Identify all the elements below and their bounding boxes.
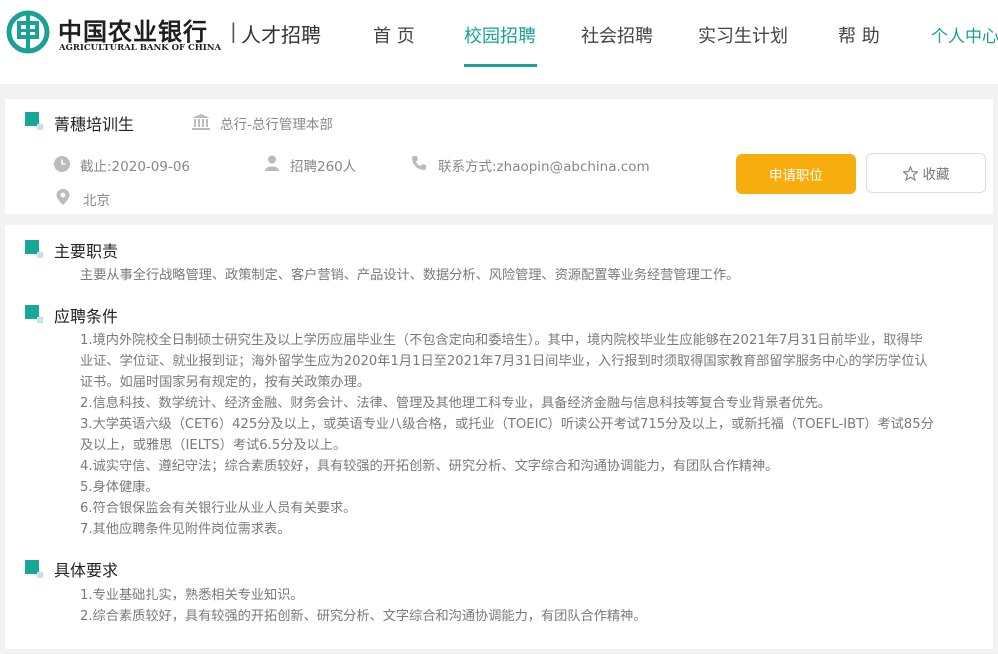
site-header: 中国农业银行 AGRICULTURAL BANK OF CHINA | 人才招聘… [0,0,998,84]
requirements-content: 1.境内外院校全日制硕士研究生及以上学历应届毕业生（不包含定向和委培生）。其中，… [80,330,980,540]
apply-button[interactable]: 申请职位 [736,154,856,194]
job-contact: 联系方式:zhaopin@abchina.com [438,159,650,175]
nav-user-center[interactable]: 个人中心 [931,22,998,47]
specifics-content: 1.专业基础扎实，熟悉相关专业知识。 2.综合素质较好，具有较强的开拓创新、研究… [80,585,980,627]
bank-building-icon [192,114,210,130]
job-deadline: 截止:2020-09-06 [80,159,191,175]
favorite-label: 收藏 [922,167,950,183]
duties-line: 主要从事全行战略管理、政策制定、客户营销、产品设计、数据分析、风险管理、资源配置… [80,268,740,283]
job-summary-card: 菁穗培训生 总行-总行管理本部 截止:2020-09-06 招聘260人 联系方… [5,99,993,214]
clock-icon [54,156,70,172]
duties-content: 主要从事全行战略管理、政策制定、客户营销、产品设计、数据分析、风险管理、资源配置… [80,265,980,286]
active-nav-indicator [464,64,537,67]
requirements-line: 及以上，或雅思（IELTS）考试6.5分及以上。 [80,438,347,453]
phone-icon [412,156,426,170]
requirements-line: 2.信息科技、数学统计、经济金融、财务会计、法律、管理及其他理工科专业，具备经济… [80,396,832,411]
requirements-line: 7.其他应聘条件见附件岗位需求表。 [80,522,291,537]
abc-logo-icon[interactable] [6,10,50,54]
specifics-title: 具体要求 [54,561,119,580]
nav-internship[interactable]: 实习生计划 [698,22,788,48]
person-icon [265,155,279,171]
section-marker-icon [25,305,43,323]
brand-name-cn: 中国农业银行 [58,17,208,46]
requirements-line: 业证、学位证、就业报到证；海外留学生应为2020年1月1日至2021年7月31日… [80,354,928,369]
specifics-line: 1.专业基础扎实，熟悉相关专业知识。 [80,588,304,603]
nav-campus-recruitment[interactable]: 校园招聘 [464,22,536,48]
job-department: 总行-总行管理本部 [220,117,333,133]
requirements-line: 证书。如届时国家另有规定的，按有关政策办理。 [80,375,371,390]
specifics-line: 2.综合素质较好，具有较强的开拓创新、研究分析、文字综合和沟通协调能力，有团队合… [80,609,647,624]
job-title: 菁穗培训生 [54,115,135,134]
favorite-button[interactable]: 收藏 [866,153,986,193]
nav-home[interactable]: 首 页 [373,22,415,48]
star-outline-icon [902,165,918,181]
section-marker-icon [25,560,43,578]
job-detail-card: 主要职责 主要从事全行战略管理、政策制定、客户营销、产品设计、数据分析、风险管理… [5,225,993,649]
requirements-line: 6.符合银保监会有关银行业从业人员有关要求。 [80,501,357,516]
requirements-line: 4.诚实守信、遵纪守法；综合素质较好，具有较强的开拓创新、研究分析、文字综合和沟… [80,459,779,474]
brand-name-en: AGRICULTURAL BANK OF CHINA [59,43,222,53]
job-location: 北京 [83,193,110,209]
section-marker-icon [25,240,43,258]
section-marker-icon [25,112,43,130]
requirements-title: 应聘条件 [54,307,119,326]
brand-subtitle: 人才招聘 [241,23,321,47]
brand-separator: | [230,19,237,43]
nav-help[interactable]: 帮 助 [838,22,880,48]
location-pin-icon [56,189,70,205]
requirements-line: 1.境内外院校全日制硕士研究生及以上学历应届毕业生（不包含定向和委培生）。其中，… [80,333,923,348]
duties-title: 主要职责 [54,242,119,261]
requirements-line: 5.身体健康。 [80,480,159,495]
requirements-line: 3.大学英语六级（CET6）425分及以上，或英语专业八级合格，或托业（TOEI… [80,417,934,432]
job-headcount: 招聘260人 [290,159,357,175]
nav-social-recruitment[interactable]: 社会招聘 [581,22,653,48]
